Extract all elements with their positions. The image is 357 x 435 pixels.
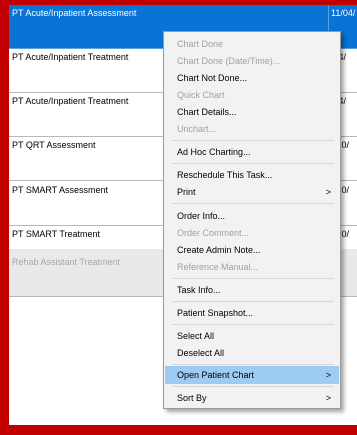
menu-separator xyxy=(172,386,334,387)
task-name: PT SMART Treatment xyxy=(12,229,101,239)
menu-item-create-admin-note[interactable]: Create Admin Note... xyxy=(165,241,339,259)
menu-item-label: Open Patient Chart xyxy=(177,370,255,380)
menu-separator xyxy=(172,324,334,325)
menu-item-label: Sort By xyxy=(177,393,207,403)
menu-item-select-all[interactable]: Select All xyxy=(165,327,339,345)
menu-item-quick-chart[interactable]: Quick Chart xyxy=(165,86,339,104)
menu-item-print[interactable]: Print > xyxy=(165,183,339,201)
task-date: 11/04/ xyxy=(331,8,356,18)
task-name: PT Acute/Inpatient Treatment xyxy=(12,96,129,106)
menu-item-order-info[interactable]: Order Info... xyxy=(165,207,339,225)
menu-item-chart-details[interactable]: Chart Details... xyxy=(165,103,339,121)
menu-separator xyxy=(172,140,334,141)
menu-separator xyxy=(172,163,334,164)
menu-item-order-comment[interactable]: Order Comment... xyxy=(165,224,339,242)
menu-item-chart-done[interactable]: Chart Done xyxy=(165,35,339,53)
menu-separator xyxy=(172,301,334,302)
menu-separator xyxy=(172,278,334,279)
menu-item-label: Print xyxy=(177,187,196,197)
chevron-right-icon: > xyxy=(325,370,331,380)
menu-item-reference-manual[interactable]: Reference Manual... xyxy=(165,258,339,276)
menu-separator xyxy=(172,203,334,204)
chevron-right-icon: > xyxy=(325,393,331,403)
context-menu: Chart Done Chart Done (Date/Time)... Cha… xyxy=(163,31,341,409)
menu-item-ad-hoc-charting[interactable]: Ad Hoc Charting... xyxy=(165,143,339,161)
menu-separator xyxy=(172,364,334,365)
task-name: PT QRT Assessment xyxy=(12,140,96,150)
menu-item-task-info[interactable]: Task Info... xyxy=(165,281,339,299)
task-name: PT SMART Assessment xyxy=(12,185,109,195)
menu-item-deselect-all[interactable]: Deselect All xyxy=(165,344,339,362)
menu-item-patient-snapshot[interactable]: Patient Snapshot... xyxy=(165,304,339,322)
menu-item-chart-done-datetime[interactable]: Chart Done (Date/Time)... xyxy=(165,52,339,70)
menu-item-sort-by[interactable]: Sort By > xyxy=(165,389,339,407)
task-name: PT Acute/Inpatient Treatment xyxy=(12,52,129,62)
menu-item-unchart[interactable]: Unchart... xyxy=(165,120,339,138)
menu-item-chart-not-done[interactable]: Chart Not Done... xyxy=(165,69,339,87)
task-name: Rehab Assistant Treatment xyxy=(12,257,121,267)
window-frame-bottom xyxy=(9,425,357,435)
menu-item-reschedule[interactable]: Reschedule This Task... xyxy=(165,166,339,184)
task-name: PT Acute/Inpatient Assessment xyxy=(12,8,137,18)
chevron-right-icon: > xyxy=(325,187,331,197)
menu-item-open-patient-chart[interactable]: Open Patient Chart > xyxy=(165,366,339,384)
